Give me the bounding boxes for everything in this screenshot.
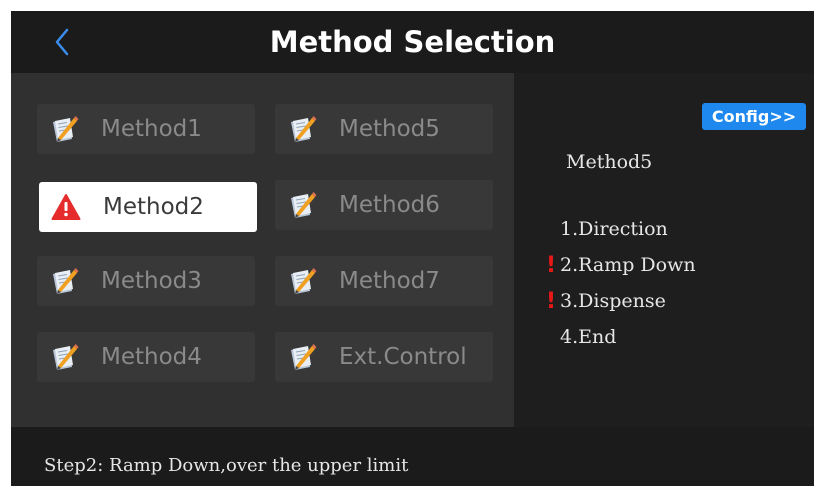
step-text: 4.End — [560, 326, 617, 348]
method-label: Method3 — [101, 268, 202, 294]
step-item: ! 2.Ramp Down — [546, 247, 696, 283]
method-detail-panel: Config>> Method5 1.Direction ! 2.Ramp Do… — [514, 73, 814, 427]
warning-triangle-icon — [49, 190, 83, 224]
method-grid: Method1 Method5 Method2 Method6 Method3 … — [11, 73, 514, 427]
notepad-edit-icon — [47, 340, 81, 374]
method-button-method7[interactable]: Method7 — [275, 256, 493, 306]
notepad-edit-icon — [285, 112, 319, 146]
method-button-method6[interactable]: Method6 — [275, 180, 493, 230]
method-label: Method1 — [101, 116, 202, 142]
step-list: 1.Direction ! 2.Ramp Down ! 3.Dispense 4… — [546, 211, 696, 355]
method-label: Method6 — [339, 192, 440, 218]
status-bar: Step2: Ramp Down,over the upper limit — [11, 427, 814, 486]
method-button-method3[interactable]: Method3 — [37, 256, 255, 306]
notepad-edit-icon — [285, 340, 319, 374]
chevron-left-icon — [55, 28, 69, 56]
step-item: 4.End — [546, 319, 696, 355]
config-button[interactable]: Config>> — [702, 103, 806, 130]
step-item: 1.Direction — [546, 211, 696, 247]
warning-mark: ! — [546, 288, 557, 314]
step-text: 1.Direction — [560, 218, 668, 240]
notepad-edit-icon — [47, 112, 81, 146]
method-button-ext-control[interactable]: Ext.Control — [275, 332, 493, 382]
notepad-edit-icon — [285, 264, 319, 298]
step-text: 3.Dispense — [560, 290, 666, 312]
method-label: Method2 — [103, 194, 204, 220]
step-item: ! 3.Dispense — [546, 283, 696, 319]
method-label: Ext.Control — [339, 344, 467, 370]
method-label: Method7 — [339, 268, 440, 294]
step-text: 2.Ramp Down — [560, 254, 696, 276]
notepad-edit-icon — [47, 264, 81, 298]
screen: Method Selection Method1 Method5 Method2… — [11, 11, 814, 486]
method-button-method2[interactable]: Method2 — [39, 182, 257, 232]
header-bar: Method Selection — [11, 11, 814, 73]
method-label: Method5 — [339, 116, 440, 142]
warning-mark: ! — [546, 252, 557, 278]
method-button-method4[interactable]: Method4 — [37, 332, 255, 382]
method-label: Method4 — [101, 344, 202, 370]
status-message: Step2: Ramp Down,over the upper limit — [44, 455, 409, 476]
page-title: Method Selection — [269, 25, 556, 59]
selected-method-name: Method5 — [566, 151, 653, 173]
notepad-edit-icon — [285, 188, 319, 222]
method-button-method5[interactable]: Method5 — [275, 104, 493, 154]
method-button-method1[interactable]: Method1 — [37, 104, 255, 154]
back-button[interactable] — [47, 21, 77, 63]
